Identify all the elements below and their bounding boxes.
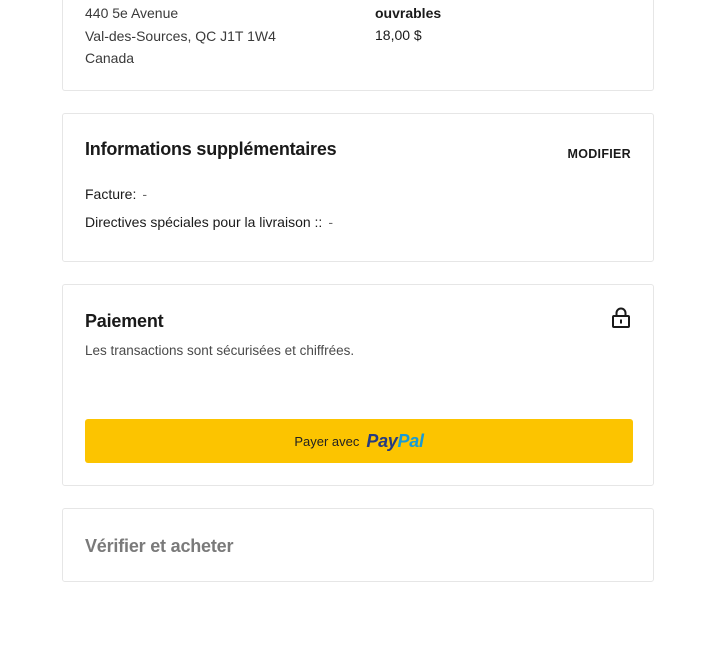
shipping-address: 440 5e Avenue Val-des-Sources, QC J1T 1W… [85,2,276,70]
payment-title: Paiement [85,311,164,331]
delivery-directives-value: - [328,214,333,230]
shipping-card: 440 5e Avenue Val-des-Sources, QC J1T 1W… [62,0,654,91]
verify-and-buy-title: Vérifier et acheter [85,536,234,556]
verify-and-buy-card[interactable]: Vérifier et acheter [62,508,654,582]
payment-card: Paiement Les transactions sont sécurisée… [62,284,654,486]
address-line-street: 440 5e Avenue [85,5,179,21]
paypal-logo-pal: Pal [397,430,424,451]
delivery-directives-row: Directives spéciales pour la livraison :… [85,214,333,230]
shipping-method-name: ouvrables [375,5,442,21]
shipping-method-price: 18,00 $ [375,27,422,43]
invoice-label: Facture: [85,186,137,202]
paypal-logo: PayPal [366,430,424,452]
delivery-directives-label: Directives spéciales pour la livraison :… [85,214,323,230]
additional-info-title: Informations supplémentaires [85,139,337,159]
invoice-row: Facture: - [85,186,147,202]
secure-transactions-note: Les transactions sont sécurisées et chif… [85,343,355,358]
address-line-city: Val-des-Sources, QC J1T 1W4 [85,27,276,44]
modify-button[interactable]: MODIFIER [567,147,631,161]
paypal-button[interactable]: Payer avec PayPal [85,419,633,463]
paypal-button-prefix: Payer avec [294,433,360,449]
invoice-value: - [142,186,148,202]
address-line-country: Canada [85,50,135,66]
additional-info-card: Informations supplémentaires MODIFIER Fa… [62,113,654,262]
checkout-page: 440 5e Avenue Val-des-Sources, QC J1T 1W… [0,0,714,647]
shipping-method: ouvrables 18,00 $ [375,2,441,46]
paypal-logo-pay: Pay [366,430,398,451]
lock-icon [612,307,630,328]
